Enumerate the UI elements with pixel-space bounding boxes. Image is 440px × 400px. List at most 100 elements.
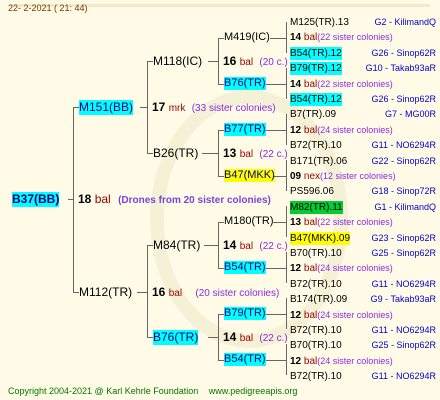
mid-m84-note: (22 c.) bbox=[259, 241, 288, 252]
leaf-year-tag: bal bbox=[303, 356, 318, 367]
mid-b76-num: 14 bbox=[223, 330, 237, 344]
leaf-year-row: 14 bal(22 sister colonies) bbox=[290, 78, 393, 91]
footer-url[interactable]: www.pedigreeapis.org bbox=[209, 386, 298, 396]
leaf-pedigree-ref[interactable]: G26 - Sinop62R bbox=[371, 47, 436, 60]
mid-b26-tag: bal bbox=[239, 149, 254, 160]
node-m112[interactable]: M112(TR) bbox=[79, 285, 132, 300]
leaf-pedigree-ref[interactable]: G11 - NO6294R bbox=[372, 324, 436, 337]
mid-m151: 17 mrk (33 sister colonies) bbox=[152, 100, 276, 116]
leaf-year-tag: bal bbox=[303, 217, 318, 228]
leaf-year-number: 12 bbox=[290, 125, 302, 136]
mid-b26-note: (22 c.) bbox=[259, 149, 288, 160]
leaf-queen[interactable]: M125(TR).13 bbox=[290, 16, 349, 29]
leaf-pedigree-ref[interactable]: G9 - Takab93aR bbox=[371, 293, 436, 306]
leaf-pedigree-ref[interactable]: G7 - MG00R bbox=[385, 108, 436, 121]
node-m84[interactable]: M84(TR) bbox=[153, 238, 200, 253]
node-b47[interactable]: B47(MKK) bbox=[224, 169, 275, 182]
leaf-year-tag: bal bbox=[303, 310, 318, 321]
mid-b76-note: (22 c.) bbox=[259, 333, 288, 344]
leaf-year-number: 12 bbox=[290, 356, 302, 367]
leaf-pedigree-ref[interactable]: G25 - Sinop62R bbox=[371, 339, 436, 352]
leaf-queen[interactable]: PS596.06 bbox=[290, 185, 334, 198]
leaf-queen[interactable]: B72(TR).10 bbox=[290, 139, 342, 152]
root-year: 18 bal (Drones from 20 sister colonies) bbox=[78, 192, 271, 208]
leaf-year-row: 12 bal(24 sister colonies) bbox=[290, 355, 393, 368]
leaf-year-row: 14 bal(22 sister colonies) bbox=[290, 31, 393, 44]
leaf-queen[interactable]: B72(TR).10 bbox=[290, 278, 342, 291]
node-m180[interactable]: M180(TR) bbox=[224, 215, 274, 228]
leaf-year-note: (22 sister colonies) bbox=[317, 79, 393, 89]
leaf-year-number: 09 bbox=[290, 171, 302, 182]
leaf-queen[interactable]: B70(TR).10 bbox=[290, 339, 342, 352]
leaf-queen[interactable]: B72(TR).10 bbox=[290, 324, 342, 337]
mid-m112-tag: bal bbox=[168, 288, 183, 299]
root-drones-note: (Drones from 20 sister colonies) bbox=[118, 195, 271, 206]
leaf-queen[interactable]: B171(TR).06 bbox=[290, 155, 347, 168]
mid-m151-tag: mrk bbox=[168, 103, 186, 114]
leaf-queen[interactable]: M82(TR).11 bbox=[290, 201, 343, 214]
node-m118[interactable]: M118(IC) bbox=[153, 54, 202, 69]
root-year-number: 18 bbox=[78, 192, 92, 206]
leaf-year-note: (22 sister colonies) bbox=[317, 217, 393, 227]
leaf-pedigree-ref[interactable]: G11 - NO6294R bbox=[372, 370, 436, 383]
leaf-year-note: (12 sister colonies) bbox=[320, 171, 396, 181]
leaf-year-note: (24 sister colonies) bbox=[317, 125, 393, 135]
root-queen[interactable]: B37(BB) bbox=[12, 192, 60, 207]
leaf-pedigree-ref[interactable]: G23 - Sinop62R bbox=[371, 232, 436, 245]
leaf-year-row: 12 bal(24 sister colonies) bbox=[290, 309, 393, 322]
mid-m84-num: 14 bbox=[223, 238, 237, 252]
leaf-year-tag: bal bbox=[303, 79, 318, 90]
node-b76a[interactable]: B76(TR) bbox=[224, 77, 266, 90]
leaf-queen[interactable]: B72(TR).10 bbox=[290, 370, 342, 383]
node-m151[interactable]: M151(BB) bbox=[79, 100, 134, 115]
leaf-year-note: (24 sister colonies) bbox=[317, 310, 393, 320]
leaf-pedigree-ref[interactable]: G22 - Sinop62R bbox=[371, 155, 436, 168]
leaf-pedigree-ref[interactable]: G1 - KilimandQ bbox=[374, 201, 436, 214]
leaf-year-number: 12 bbox=[290, 310, 302, 321]
leaf-year-number: 14 bbox=[290, 32, 302, 43]
leaf-pedigree-ref[interactable]: G26 - Sinop62R bbox=[371, 93, 436, 106]
leaf-year-row: 12 bal(24 sister colonies) bbox=[290, 124, 393, 137]
node-b76[interactable]: B76(TR) bbox=[153, 330, 199, 345]
leaf-year-number: 12 bbox=[290, 263, 302, 274]
leaf-year-note: (24 sister colonies) bbox=[317, 356, 393, 366]
mid-m84: 14 bal (22 c.) bbox=[223, 238, 288, 254]
mid-b26: 13 bal (22 c.) bbox=[223, 146, 288, 162]
node-b79[interactable]: B79(TR) bbox=[224, 307, 266, 320]
mid-m118-num: 16 bbox=[223, 54, 237, 68]
leaf-queen[interactable]: B79(TR).12 bbox=[290, 62, 342, 75]
leaf-pedigree-ref[interactable]: G11 - NO6294R bbox=[372, 278, 436, 291]
mid-m118-note: (20 c.) bbox=[259, 57, 288, 68]
node-b77[interactable]: B77(TR) bbox=[224, 123, 266, 136]
leaf-queen[interactable]: B54(TR).12 bbox=[290, 93, 342, 106]
mid-m112-num: 16 bbox=[152, 285, 166, 299]
footer-copyright-text: Copyright 2004-2021 @ Karl Kehrle Founda… bbox=[8, 386, 199, 396]
mid-m118: 16 bal (20 c.) bbox=[223, 54, 288, 70]
leaf-year-number: 14 bbox=[290, 79, 302, 90]
leaf-year-tag: nex bbox=[303, 171, 321, 182]
node-b54b[interactable]: B54(TR) bbox=[224, 353, 266, 366]
leaf-queen[interactable]: B7(TR).09 bbox=[290, 108, 336, 121]
leaf-pedigree-ref[interactable]: G2 - KilimandQ bbox=[374, 16, 436, 29]
mid-m118-tag: bal bbox=[239, 57, 254, 68]
leaf-queen[interactable]: B70(TR).10 bbox=[290, 247, 342, 260]
leaf-year-note: (22 sister colonies) bbox=[317, 32, 393, 42]
mid-m112-note: (20 sister colonies) bbox=[195, 288, 280, 299]
leaf-pedigree-ref[interactable]: G25 - Sinop62R bbox=[371, 247, 436, 260]
leaf-pedigree-ref[interactable]: G11 - NO6294R bbox=[372, 139, 436, 152]
leaf-queen[interactable]: B47(MKK).09 bbox=[290, 232, 351, 245]
header-date: 22- 2-2021 ( 21: 44) bbox=[8, 3, 88, 13]
node-b26[interactable]: B26(TR) bbox=[153, 146, 198, 161]
leaf-pedigree-ref[interactable]: G10 - Takab93aR bbox=[366, 62, 436, 75]
leaf-year-tag: bal bbox=[303, 263, 318, 274]
footer-copyright: Copyright 2004-2021 @ Karl Kehrle Founda… bbox=[8, 385, 297, 398]
leaf-queen[interactable]: B174(TR).09 bbox=[290, 293, 347, 306]
root-year-tag: bal bbox=[94, 192, 111, 206]
node-b54[interactable]: B54(TR) bbox=[224, 261, 266, 274]
leaf-queen[interactable]: B54(TR).12 bbox=[290, 47, 342, 60]
node-m419[interactable]: M419(IC) bbox=[224, 31, 270, 44]
mid-m151-note: (33 sister colonies) bbox=[191, 103, 276, 114]
pedigree-chart: 22- 2-2021 ( 21: 44) B37(BB) 18 bal (Dro… bbox=[0, 0, 440, 400]
leaf-pedigree-ref[interactable]: G18 - Sinop72R bbox=[371, 185, 436, 198]
mid-b76-tag: bal bbox=[239, 333, 254, 344]
